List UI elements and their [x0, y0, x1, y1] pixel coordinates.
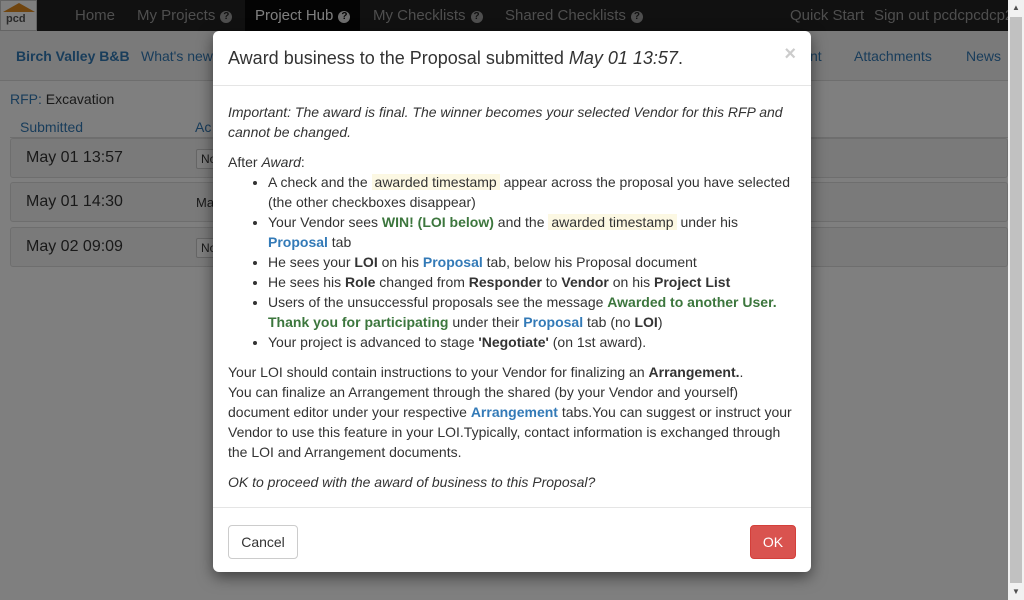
text: A check and the: [268, 174, 368, 190]
text: on his: [612, 274, 651, 290]
loi-paragraph: Your LOI should contain instructions to …: [228, 362, 796, 462]
loi-text: LOI: [634, 314, 658, 330]
text: Your LOI should contain instructions to …: [228, 364, 645, 380]
vendor-text: Vendor: [561, 274, 609, 290]
after-label: After: [228, 154, 258, 170]
modal-title-prefix: Award business to the Proposal submitted: [228, 48, 564, 68]
text: tab: [331, 234, 352, 250]
scroll-down-arrow-icon[interactable]: ▼: [1008, 584, 1024, 600]
list-item: He sees his Role changed from Responder …: [268, 272, 796, 292]
scroll-up-arrow-icon[interactable]: ▲: [1008, 0, 1024, 16]
text: to: [545, 274, 558, 290]
text: He sees his: [268, 274, 342, 290]
highlight: awarded timestamp: [371, 174, 500, 190]
list-item: A check and the awarded timestamp appear…: [268, 172, 796, 212]
stage-text: 'Negotiate': [478, 334, 549, 350]
text: (on 1st award).: [552, 334, 647, 350]
modal-footer: Cancel OK: [213, 507, 811, 572]
win-text: WIN! (LOI below): [381, 214, 494, 230]
text: under their: [452, 314, 520, 330]
scrollbar-thumb[interactable]: [1010, 17, 1022, 583]
responder-text: Responder: [468, 274, 542, 290]
confirm-question: OK to proceed with the award of business…: [228, 474, 596, 490]
text: tab (no: [586, 314, 631, 330]
proposal-tab-ref: Proposal: [268, 234, 328, 250]
modal-header: Award business to the Proposal submitted…: [213, 31, 811, 86]
modal-title-suffix: .: [677, 48, 683, 68]
text: and the: [497, 214, 545, 230]
text: He sees your: [268, 254, 351, 270]
arrangement-tab-ref: Arrangement: [470, 404, 558, 420]
text: on his: [381, 254, 419, 270]
project-list-text: Project List: [653, 274, 731, 290]
arrangement-text: Arrangement.: [648, 364, 740, 380]
text: ): [657, 314, 663, 330]
after-word: Award: [261, 154, 301, 170]
award-modal: Award business to the Proposal submitted…: [213, 31, 811, 572]
text: Your Vendor sees: [268, 214, 379, 230]
text: changed from: [379, 274, 465, 290]
text: Your project is advanced to stage: [268, 334, 475, 350]
text: tab, below his Proposal document: [486, 254, 697, 270]
list-item: He sees your LOI on his Proposal tab, be…: [268, 252, 796, 272]
important-note: Important: The award is final. The winne…: [228, 104, 783, 140]
proposal-tab-ref: Proposal: [422, 254, 483, 270]
after-colon: :: [300, 154, 305, 170]
close-icon[interactable]: ×: [784, 43, 796, 66]
list-item: Your Vendor sees WIN! (LOI below) and th…: [268, 212, 796, 252]
text: under his: [680, 214, 739, 230]
modal-title: Award business to the Proposal submitted…: [228, 48, 683, 69]
page-scrollbar[interactable]: ▲ ▼: [1008, 0, 1024, 600]
highlight: awarded timestamp: [548, 214, 677, 230]
role-text: Role: [345, 274, 376, 290]
ok-button[interactable]: OK: [750, 525, 796, 559]
proposal-tab-ref: Proposal: [523, 314, 584, 330]
list-item: Users of the unsuccessful proposals see …: [268, 292, 796, 332]
list-item: Your project is advanced to stage 'Negot…: [268, 332, 796, 352]
modal-body: Important: The award is final. The winne…: [228, 102, 796, 492]
loi-text: LOI: [354, 254, 378, 270]
cancel-button[interactable]: Cancel: [228, 525, 298, 559]
modal-title-date: May 01 13:57: [568, 48, 678, 68]
award-effects-list: A check and the awarded timestamp appear…: [228, 172, 796, 352]
after-award-label: After Award:: [228, 152, 796, 172]
text: Users of the unsuccessful proposals see …: [268, 294, 604, 310]
text: .: [739, 364, 744, 380]
